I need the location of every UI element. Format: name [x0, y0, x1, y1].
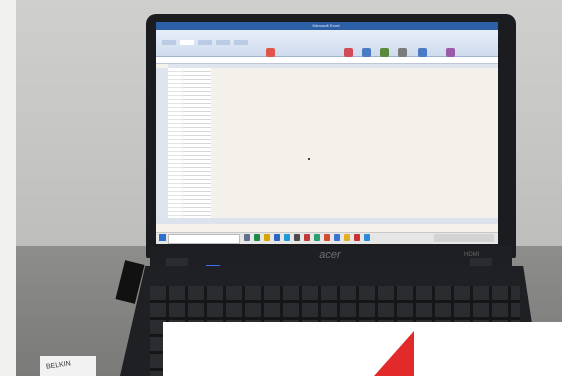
laptop-screen: Microsoft Excel [156, 22, 498, 244]
app-icon[interactable] [314, 234, 320, 241]
brand-logo: acer [319, 249, 341, 261]
word-taskbar-icon[interactable] [274, 234, 280, 241]
app-icon[interactable] [294, 234, 300, 241]
ribbon-tab[interactable] [234, 40, 248, 45]
ribbon-button[interactable] [362, 48, 371, 57]
ribbon-button[interactable] [446, 48, 455, 57]
background-wall-left [0, 0, 16, 376]
sheet-tabs-bar[interactable] [156, 218, 498, 224]
taskbar-search-input[interactable] [168, 234, 240, 244]
mouse-cursor [308, 158, 310, 160]
ribbon-button[interactable] [266, 48, 275, 57]
app-icon[interactable] [354, 234, 360, 241]
excel-taskbar-icon[interactable] [254, 234, 260, 241]
app-icon[interactable] [304, 234, 310, 241]
data-column-b[interactable] [183, 68, 211, 218]
app-icon[interactable] [364, 234, 370, 241]
spreadsheet-grid[interactable] [212, 68, 498, 218]
ribbon-button[interactable] [398, 48, 407, 57]
taskview-icon[interactable] [244, 234, 250, 241]
ribbon-tab[interactable] [162, 40, 176, 45]
start-icon[interactable] [159, 234, 166, 241]
ribbon-button[interactable] [380, 48, 389, 57]
ribbon-tab[interactable] [198, 40, 212, 45]
ribbon-tab-active[interactable] [180, 40, 194, 45]
data-column-a[interactable] [168, 68, 182, 218]
paper-sheet [163, 322, 562, 376]
app-icon[interactable] [324, 234, 330, 241]
app-icon[interactable] [344, 234, 350, 241]
folder-icon[interactable] [264, 234, 270, 241]
window-title: Microsoft Excel [312, 23, 340, 28]
ribbon-button[interactable] [418, 48, 427, 57]
row-headers [156, 68, 168, 218]
spreadsheet-ribbon [156, 30, 498, 57]
ribbon-tab[interactable] [216, 40, 230, 45]
ribbon-button[interactable] [344, 48, 353, 57]
formula-bar[interactable] [156, 57, 498, 64]
app-icon[interactable] [334, 234, 340, 241]
browser-icon[interactable] [284, 234, 290, 241]
system-tray[interactable] [434, 234, 494, 242]
